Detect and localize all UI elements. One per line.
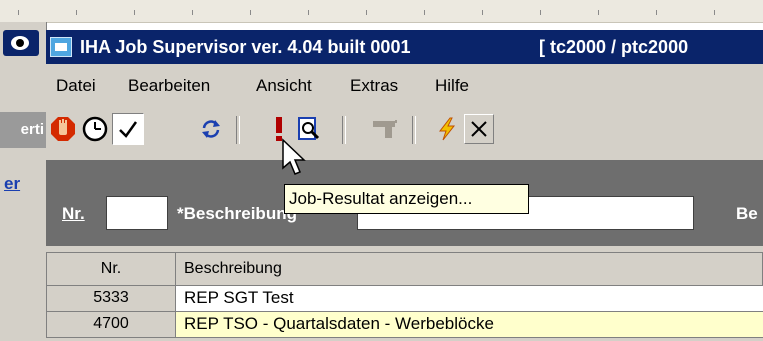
sep-2 <box>342 116 346 144</box>
side-panel-button[interactable]: erti <box>0 112 46 148</box>
cancel-button[interactable] <box>464 114 494 144</box>
menu-bearbeiten[interactable]: Bearbeiten <box>128 76 210 96</box>
clock-icon <box>82 116 108 142</box>
nr-label: Nr. <box>62 204 85 223</box>
description-label: *Beschreibung <box>177 204 297 223</box>
check-button[interactable] <box>112 113 144 145</box>
ruler-tick <box>424 10 425 15</box>
side-panel-link[interactable]: er <box>4 174 20 194</box>
ruler-tick <box>134 10 135 15</box>
menu-hilfe[interactable]: Hilfe <box>435 76 469 96</box>
cross-icon <box>471 121 487 137</box>
menu-datei[interactable]: Datei <box>56 76 96 96</box>
top-ruler <box>0 0 763 23</box>
ruler-tick <box>250 10 251 15</box>
ruler-tick <box>714 10 715 15</box>
toolbar <box>46 110 763 150</box>
ruler-tick <box>366 10 367 15</box>
title-bar[interactable]: IHA Job Supervisor ver. 4.04 built 0001 … <box>46 30 763 64</box>
app-icon <box>50 37 72 57</box>
tooltip: Job-Resultat anzeigen... <box>284 184 529 214</box>
stop-button[interactable] <box>48 114 78 144</box>
eye-icon[interactable] <box>3 30 39 56</box>
schedule-button[interactable] <box>80 114 110 144</box>
ruler-tick <box>598 10 599 15</box>
ruler-tick <box>308 10 309 15</box>
lightning-icon <box>438 117 456 141</box>
nr-input[interactable] <box>106 196 168 230</box>
ruler-tick <box>18 10 19 15</box>
menu-bar: Datei Bearbeiten Ansicht Extras Hilfe <box>46 72 763 100</box>
refresh-button[interactable] <box>196 114 226 144</box>
refresh-icon <box>200 118 222 140</box>
mouse-cursor-icon <box>282 138 306 175</box>
ruler-tick <box>482 10 483 15</box>
ruler-tick <box>192 10 193 15</box>
column-header-description[interactable]: Beschreibung <box>176 252 763 286</box>
menu-extras[interactable]: Extras <box>350 76 398 96</box>
sep-3 <box>412 116 416 144</box>
row-description[interactable]: REP TSO - Quartalsdaten - Werbeblöcke <box>176 312 763 338</box>
column-header-nr[interactable]: Nr. <box>46 252 176 286</box>
menu-ansicht[interactable]: Ansicht <box>256 76 312 96</box>
ruler-tick <box>656 10 657 15</box>
row-description[interactable]: REP SGT Test <box>176 286 763 312</box>
checkmark-icon <box>119 121 138 138</box>
window-title: IHA Job Supervisor ver. 4.04 built 0001 <box>80 37 411 57</box>
side-panel: erti er <box>0 22 47 341</box>
row-nr[interactable]: 5333 <box>46 286 176 312</box>
trigger-button[interactable] <box>432 114 462 144</box>
stop-hand-icon <box>51 117 75 141</box>
ruler-tick <box>540 10 541 15</box>
sep-1 <box>236 116 240 144</box>
gun-icon <box>373 120 397 138</box>
execute-button[interactable] <box>370 114 400 144</box>
right-filter-label: Be <box>736 204 758 223</box>
row-nr[interactable]: 4700 <box>46 312 176 338</box>
window-server: [ tc2000 / ptc2000 <box>539 37 689 57</box>
ruler-tick <box>76 10 77 15</box>
